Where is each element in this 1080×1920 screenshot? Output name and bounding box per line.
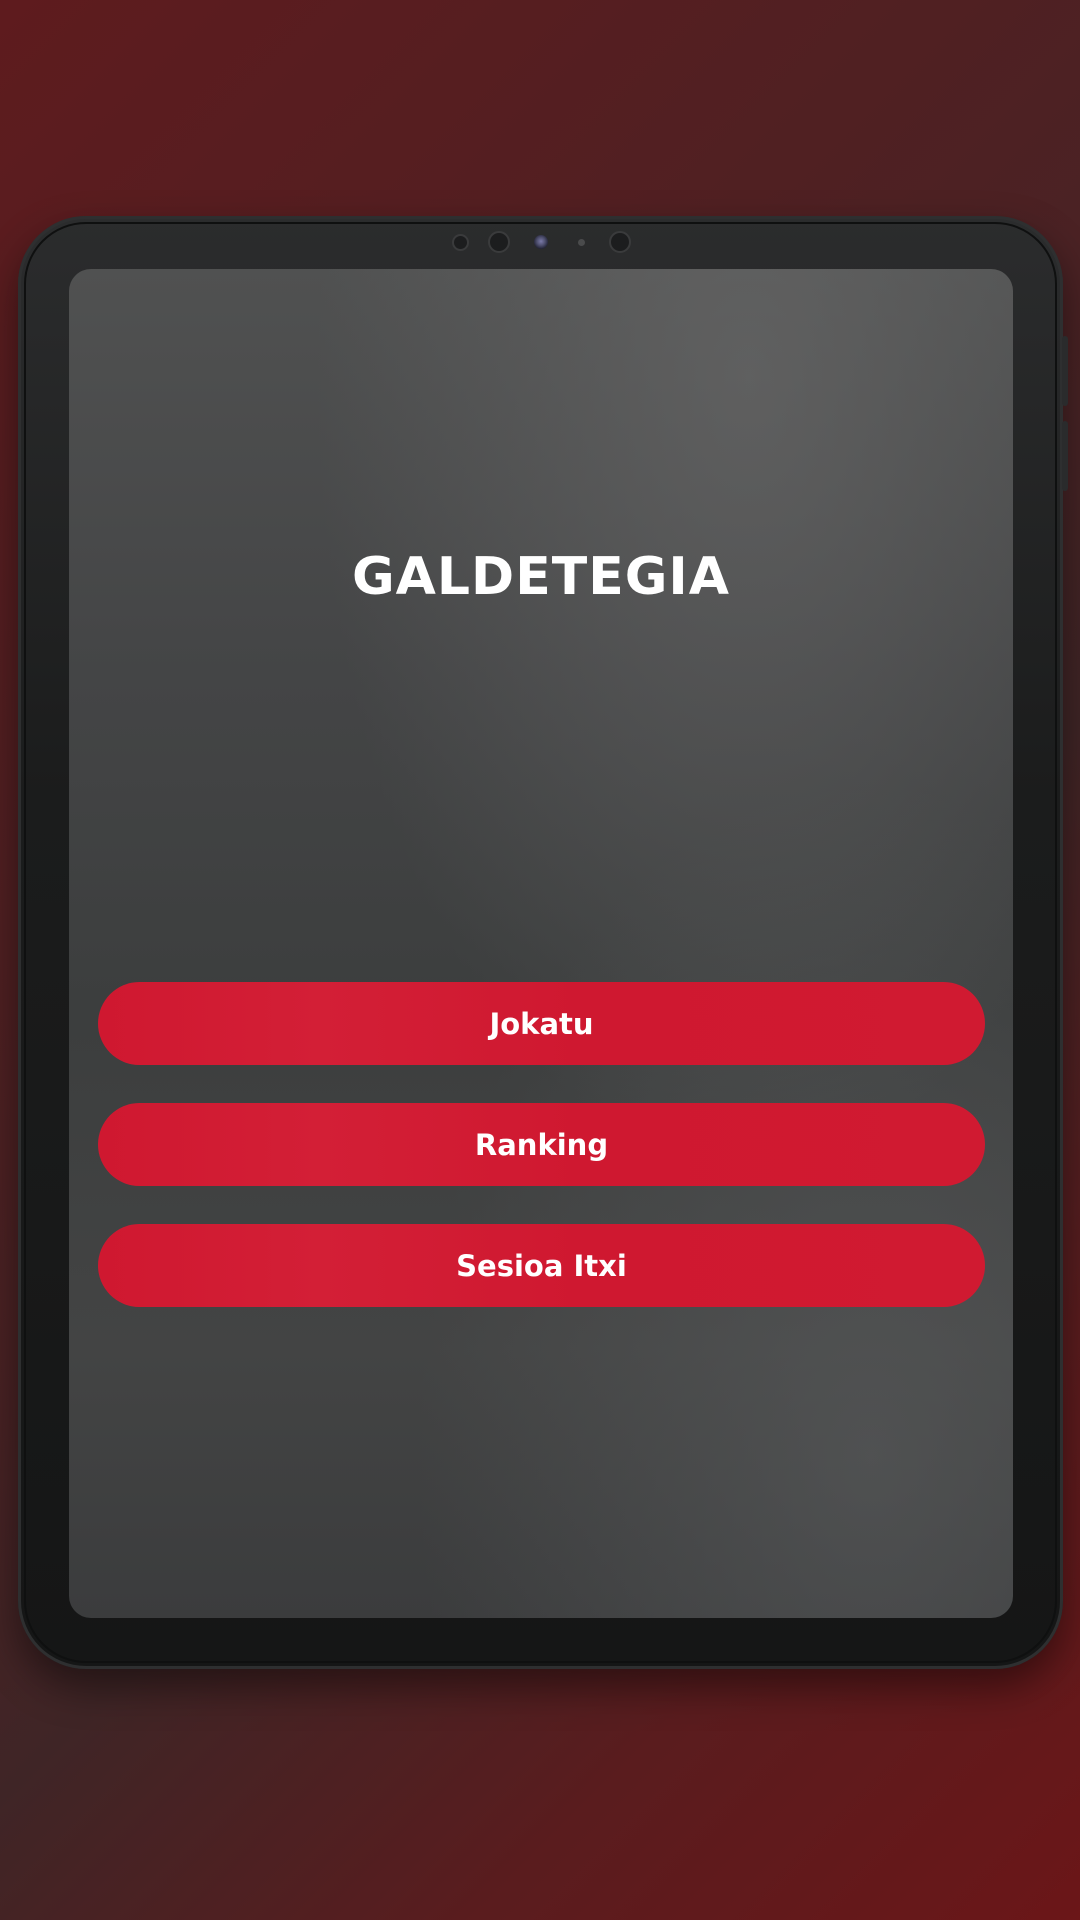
app-screen: GALDETEGIA Jokatu Ranking Sesioa Itxi [69,269,1013,1618]
volume-down-button [1062,421,1068,491]
tablet-device-frame: GALDETEGIA Jokatu Ranking Sesioa Itxi [18,216,1068,1669]
app-title: GALDETEGIA [351,547,730,607]
play-button[interactable]: Jokatu [98,982,985,1065]
volume-up-button [1062,336,1068,406]
main-menu: Jokatu Ranking Sesioa Itxi [98,982,985,1345]
sensor-icon [609,231,631,253]
sensor-icon [452,234,469,251]
sensor-icon [488,231,510,253]
front-sensor-bar [18,230,1063,258]
ranking-button[interactable]: Ranking [98,1103,985,1186]
camera-icon [534,235,548,249]
logout-button[interactable]: Sesioa Itxi [98,1224,985,1307]
light-sensor-icon [578,239,585,246]
